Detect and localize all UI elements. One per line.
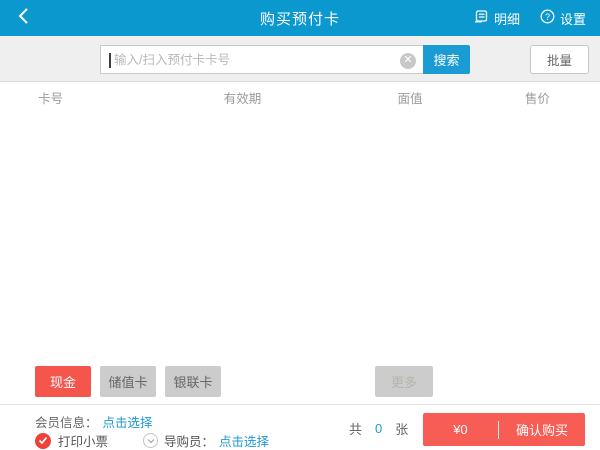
- search-button[interactable]: 搜索: [423, 45, 470, 74]
- member-select-link[interactable]: 点击选择: [103, 412, 153, 431]
- member-info-label: 会员信息：: [35, 412, 98, 431]
- detail-label: 明细: [494, 9, 520, 28]
- clear-icon[interactable]: ✕: [400, 53, 416, 69]
- payment-method-row: 现金 储值卡 银联卡 更多: [0, 366, 600, 397]
- table-body-empty: [0, 111, 600, 361]
- total-prefix: 共: [349, 419, 362, 438]
- question-circle-icon: ?: [540, 9, 555, 27]
- column-card-number: 卡号: [0, 88, 140, 107]
- batch-button[interactable]: 批量: [530, 45, 589, 74]
- chevron-down-icon[interactable]: [143, 433, 158, 448]
- guide-label: 导购员：: [164, 431, 214, 450]
- total-suffix: 张: [395, 419, 408, 438]
- payment-cash-button[interactable]: 现金: [35, 366, 91, 397]
- column-validity: 有效期: [140, 88, 345, 107]
- detail-button[interactable]: 明细: [474, 9, 520, 28]
- payment-unionpay-button[interactable]: 银联卡: [165, 366, 221, 397]
- member-info-line: 会员信息： 点击选择: [35, 412, 153, 431]
- guide-select-link[interactable]: 点击选择: [219, 431, 269, 450]
- total-count: 0: [375, 421, 382, 436]
- column-price: 售价: [475, 88, 600, 107]
- search-box: ✕: [100, 45, 423, 74]
- total-count-group: 共 0 张: [349, 419, 408, 438]
- header-actions: 明细 ? 设置: [474, 0, 586, 36]
- text-caret: [109, 53, 111, 68]
- payment-more-button[interactable]: 更多: [375, 366, 433, 397]
- print-receipt-label: 打印小票: [58, 431, 108, 450]
- column-face-value: 面值: [345, 88, 475, 107]
- search-toolbar: ✕ 搜索 批量: [0, 36, 600, 82]
- search-group: ✕ 搜索: [100, 45, 470, 74]
- print-receipt-checkbox[interactable]: [35, 433, 51, 449]
- app-header: 购买预付卡 明细 ? 设置: [0, 0, 600, 36]
- confirm-purchase-button[interactable]: ¥0 确认购买: [423, 413, 585, 446]
- search-input[interactable]: [101, 46, 423, 73]
- confirm-purchase-label: 确认购买: [499, 420, 585, 439]
- footer-bar: 会员信息： 点击选择 打印小票 导购员： 点击选择 共 0 张 ¥0 确认购买: [0, 404, 600, 450]
- settings-button[interactable]: ? 设置: [540, 9, 586, 28]
- table-header: 卡号 有效期 面值 售价: [0, 83, 600, 111]
- settings-label: 设置: [560, 9, 586, 28]
- total-amount: ¥0: [423, 422, 498, 437]
- payment-stored-card-button[interactable]: 储值卡: [100, 366, 156, 397]
- receipt-icon: [474, 9, 489, 27]
- options-line: 打印小票 导购员： 点击选择: [35, 431, 269, 450]
- svg-text:?: ?: [545, 12, 550, 22]
